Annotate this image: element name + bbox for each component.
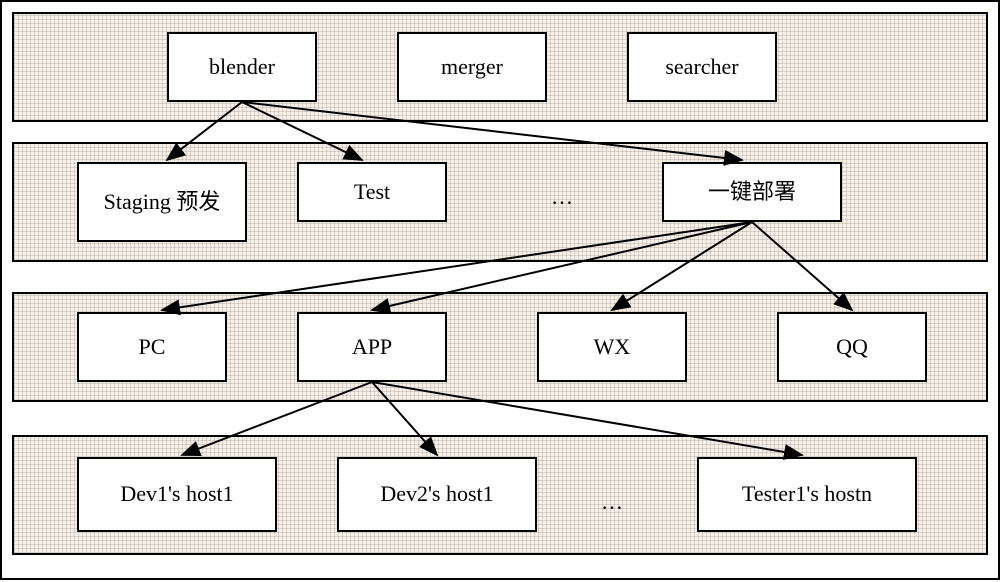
label-test: Test <box>354 180 390 204</box>
ellipsis-row2: … <box>542 182 582 212</box>
node-merger: merger <box>397 32 547 102</box>
node-wx: WX <box>537 312 687 382</box>
node-app: APP <box>297 312 447 382</box>
node-deploy: 一键部署 <box>662 162 842 222</box>
node-pc: PC <box>77 312 227 382</box>
label-searcher: searcher <box>665 55 738 79</box>
label-wx: WX <box>594 335 631 359</box>
label-deploy: 一键部署 <box>708 180 796 204</box>
node-blender: blender <box>167 32 317 102</box>
node-test: Test <box>297 162 447 222</box>
label-pc: PC <box>139 335 166 359</box>
label-app: APP <box>352 335 392 359</box>
label-blender: blender <box>209 55 275 79</box>
node-staging: Staging 预发 <box>77 162 247 242</box>
node-tester: Tester1's hostn <box>697 457 917 532</box>
label-dev2: Dev2's host1 <box>380 482 493 506</box>
label-tester: Tester1's hostn <box>742 482 872 506</box>
node-dev2: Dev2's host1 <box>337 457 537 532</box>
label-staging: Staging 预发 <box>104 190 221 214</box>
diagram-canvas: blender merger searcher Staging 预发 Test … <box>0 0 1000 580</box>
label-dev1: Dev1's host1 <box>120 482 233 506</box>
node-dev1: Dev1's host1 <box>77 457 277 532</box>
node-searcher: searcher <box>627 32 777 102</box>
ellipsis-row4: … <box>592 487 632 517</box>
label-merger: merger <box>441 55 503 79</box>
label-qq: QQ <box>836 335 868 359</box>
node-qq: QQ <box>777 312 927 382</box>
